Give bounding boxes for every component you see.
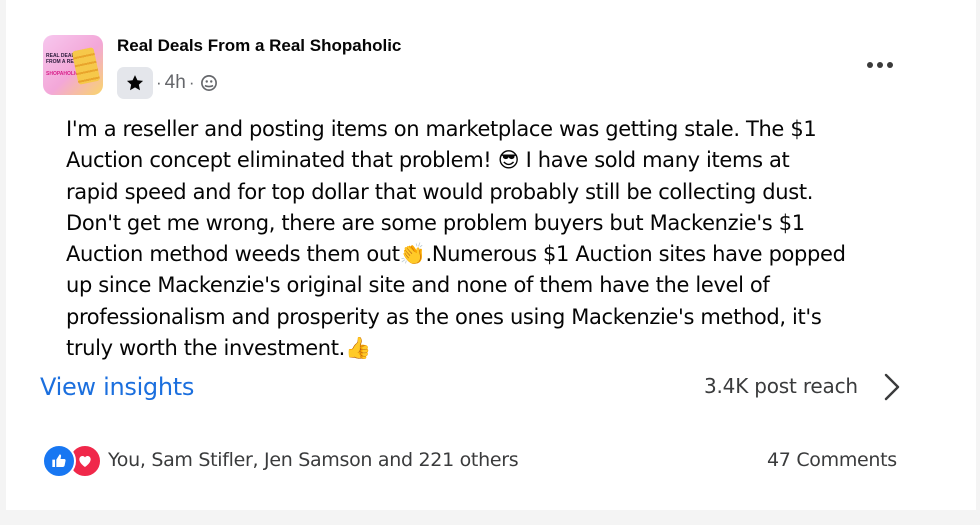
post-body: I'm a reseller and posting items on mark… bbox=[66, 117, 846, 361]
avatar-graphic bbox=[71, 47, 101, 85]
view-insights-link[interactable]: View insights bbox=[40, 373, 194, 401]
meta-separator: · bbox=[156, 73, 162, 92]
meta-separator-2: · bbox=[188, 73, 195, 92]
post-reach[interactable]: 3.4K post reach bbox=[704, 374, 858, 398]
like-icon bbox=[42, 444, 76, 478]
chevron-right-icon[interactable] bbox=[880, 372, 904, 406]
globe-icon bbox=[200, 74, 218, 92]
post-meta: · 4h · bbox=[117, 67, 218, 99]
reactions-summary[interactable]: You, Sam Stifler, Jen Samson and 221 oth… bbox=[108, 449, 519, 471]
reaction-icons[interactable] bbox=[42, 444, 102, 478]
avatar-brand: SHOPAHOLIC bbox=[46, 71, 79, 77]
star-icon[interactable] bbox=[117, 67, 153, 99]
group-avatar[interactable]: REAL DEALS FROM A REAL SHOPAHOLIC bbox=[43, 35, 103, 95]
post-time[interactable]: 4h bbox=[165, 72, 186, 94]
group-name[interactable]: Real Deals From a Real Shopaholic bbox=[117, 36, 401, 56]
more-icon[interactable] bbox=[862, 54, 898, 76]
comments-count[interactable]: 47 Comments bbox=[767, 449, 897, 471]
